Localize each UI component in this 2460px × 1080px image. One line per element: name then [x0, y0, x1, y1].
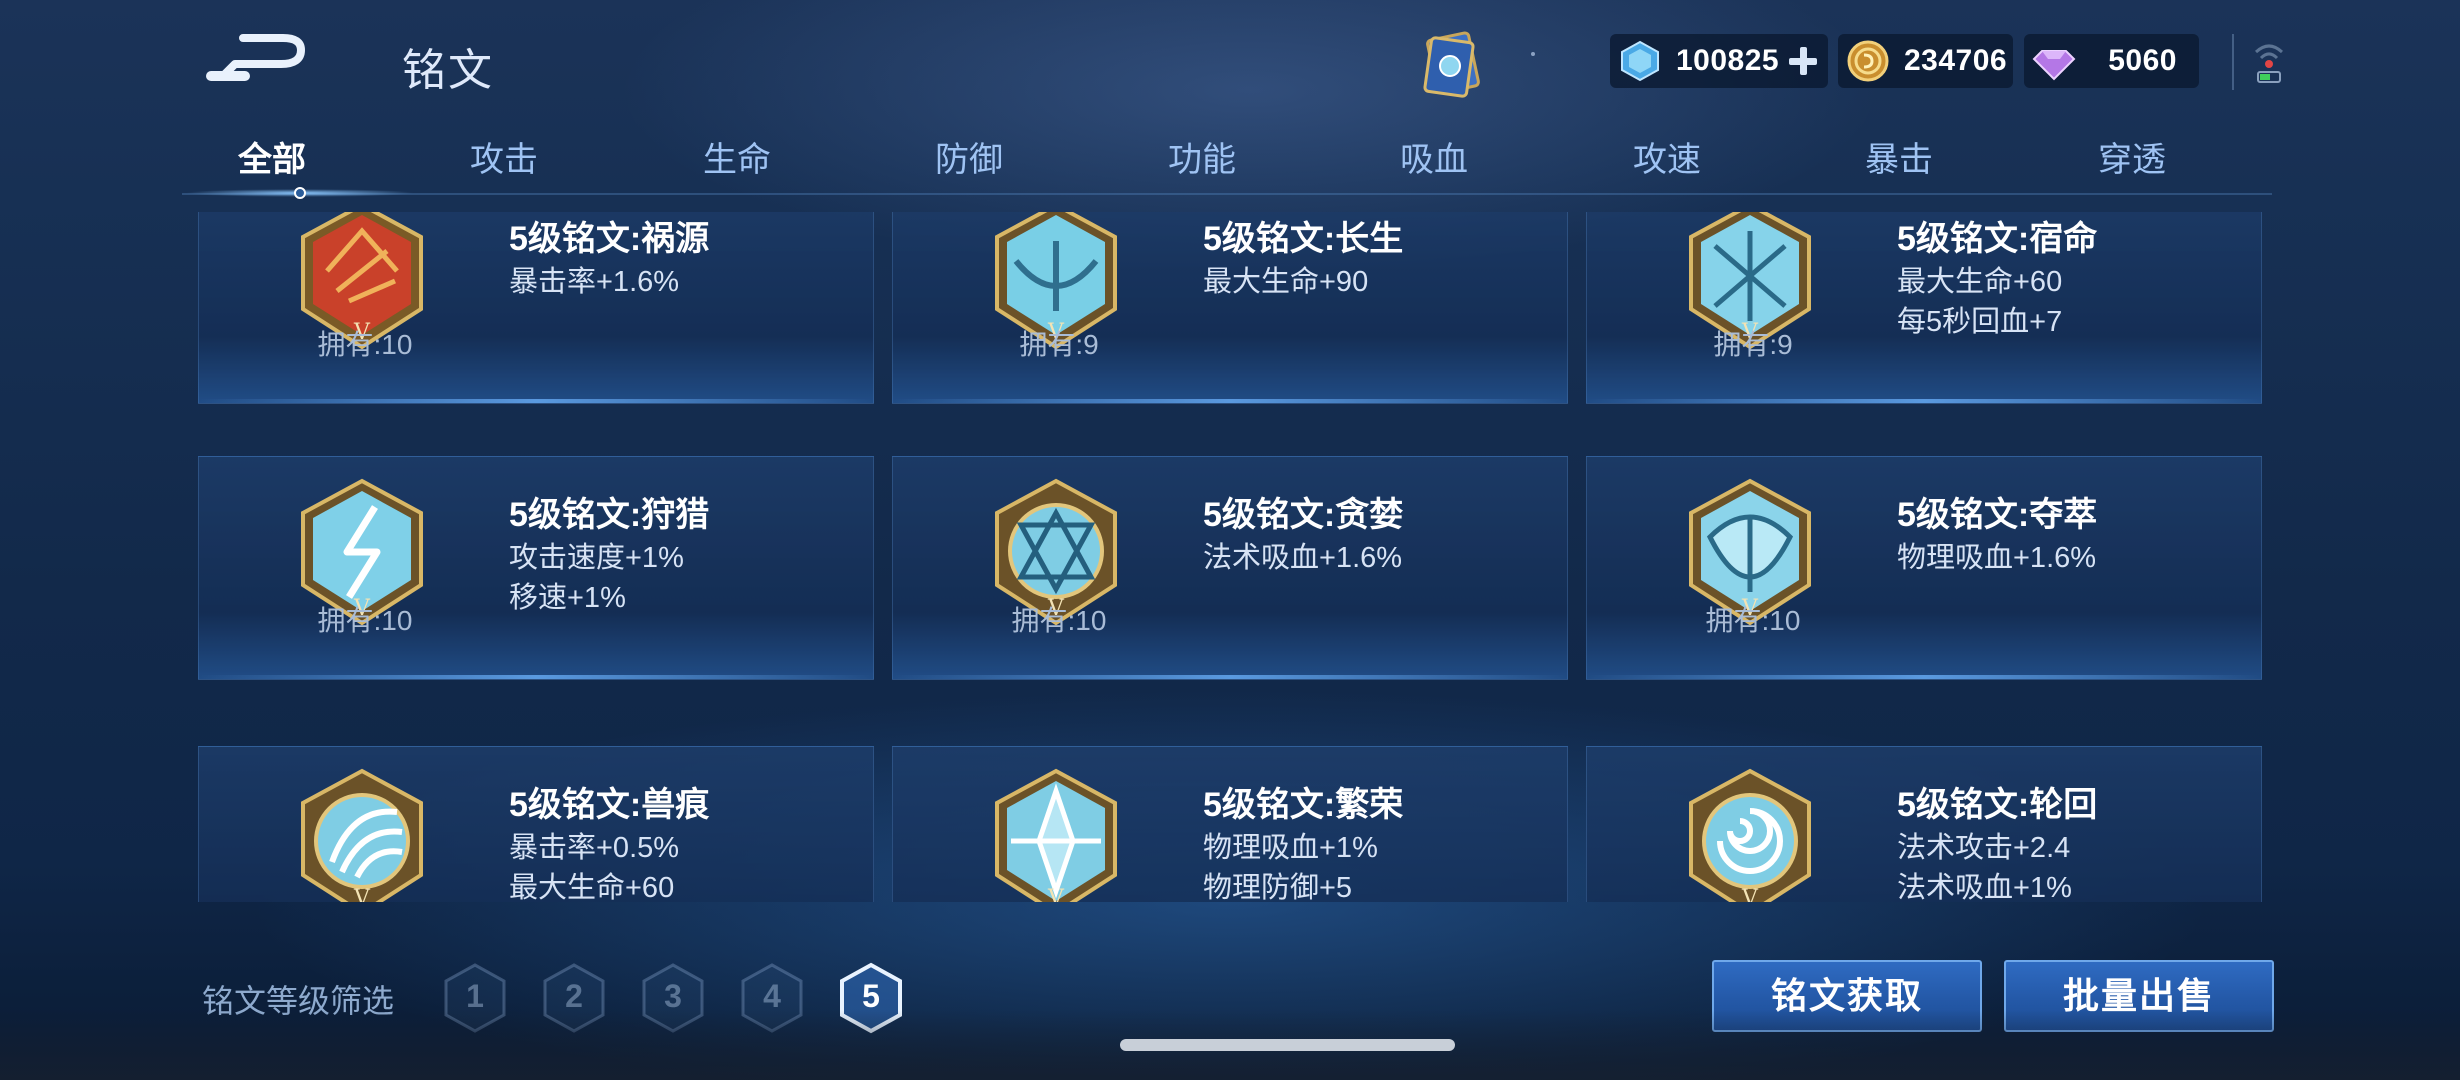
rune-emblem-blue-icon: V: [1689, 768, 1811, 902]
diamond-currency: 5060: [2024, 34, 2199, 88]
rune-title: 5级铭文:兽痕: [509, 786, 710, 824]
svg-text:V: V: [1047, 886, 1065, 902]
rune-stat: 暴击率+0.5%: [509, 832, 680, 864]
rune-card[interactable]: V 5级铭文:贪婪 法术吸血+1.6% 拥有:10: [892, 456, 1568, 680]
rune-stat: 攻击速度+1%: [509, 542, 684, 574]
blue-gem-icon: [1621, 40, 1659, 82]
tab-attack-speed[interactable]: 攻速: [1577, 132, 1757, 181]
coin-amount: 234706: [1904, 44, 2008, 77]
rune-owned-count: 拥有:10: [317, 329, 413, 360]
rune-card[interactable]: V 5级铭文:祸源 暴击率+1.6% 拥有:10: [198, 212, 874, 404]
category-tabs: 全部 攻击 生命 防御 功能 吸血 攻速 暴击 穿透: [182, 132, 2272, 192]
rune-title: 5级铭文:繁荣: [1203, 786, 1404, 824]
tab-utility[interactable]: 功能: [1112, 132, 1292, 181]
tabs-baseline: [182, 193, 2272, 195]
rune-stat: 物理吸血+1%: [1203, 832, 1378, 864]
rune-card[interactable]: V 5级铭文:宿命 最大生命+60 每5秒回血+7 拥有:9: [1586, 212, 2262, 404]
rune-card[interactable]: V 5级铭文:狩猎 攻击速度+1% 移速+1% 拥有:10: [198, 456, 874, 680]
rune-card[interactable]: V 5级铭文:长生 最大生命+90 拥有:9: [892, 212, 1568, 404]
rune-emblem-blue-icon: V: [301, 768, 423, 902]
tab-critical[interactable]: 暴击: [1809, 132, 1989, 181]
tab-health[interactable]: 生命: [647, 132, 827, 181]
header-divider: [2232, 34, 2234, 90]
rune-owned-count: 拥有:9: [1019, 329, 1099, 360]
rune-stat: 法术吸血+1.6%: [1203, 542, 1403, 574]
rune-card[interactable]: V 5级铭文:兽痕 暴击率+0.5% 最大生命+60: [198, 746, 874, 902]
svg-text:V: V: [353, 886, 371, 902]
gold-coin-icon: [1847, 40, 1889, 82]
tab-lifesteal[interactable]: 吸血: [1344, 132, 1524, 181]
rune-title: 5级铭文:祸源: [509, 220, 710, 258]
rune-owned-count: 拥有:9: [1713, 329, 1793, 360]
rune-card[interactable]: V 5级铭文:繁荣 物理吸血+1% 物理防御+5: [892, 746, 1568, 902]
tab-attack[interactable]: 攻击: [414, 132, 594, 181]
home-indicator[interactable]: [1120, 1039, 1455, 1051]
rune-owned-count: 拥有:10: [1705, 605, 1801, 636]
rune-emblem-blue-icon: V: [995, 768, 1117, 902]
rune-title: 5级铭文:轮回: [1897, 786, 2098, 824]
gem-amount: 100825: [1676, 44, 1780, 77]
back-button[interactable]: [205, 28, 315, 88]
inscription-book-icon[interactable]: [1412, 26, 1492, 102]
coin-currency: 234706: [1838, 34, 2013, 88]
rune-title: 5级铭文:狩猎: [509, 496, 710, 534]
rune-stat: 法术攻击+2.4: [1897, 832, 2071, 864]
rune-stat: 移速+1%: [509, 582, 626, 614]
back-arrow-icon: [206, 34, 305, 81]
tab-penetration[interactable]: 穿透: [2042, 132, 2222, 181]
rune-grid: V 5级铭文:祸源 暴击率+1.6% 拥有:10 V 5级铭文:长生 最大生命+…: [198, 212, 2262, 902]
gem-currency: 100825: [1610, 34, 1828, 88]
rune-stat: 最大生命+90: [1203, 266, 1369, 298]
tab-all[interactable]: 全部: [182, 132, 362, 181]
rune-stat: 法术吸血+1%: [1897, 872, 2072, 902]
rune-title: 5级铭文:夺萃: [1897, 496, 2098, 534]
rune-owned-count: 拥有:10: [1011, 605, 1107, 636]
rune-title: 5级铭文:长生: [1203, 220, 1404, 258]
network-signal-icon: [2252, 38, 2286, 86]
rune-stat: 暴击率+1.6%: [509, 266, 680, 298]
rune-owned-count: 拥有:10: [317, 605, 413, 636]
rune-title: 5级铭文:宿命: [1897, 220, 2098, 258]
page-title: 铭文: [402, 46, 494, 95]
rune-title: 5级铭文:贪婪: [1203, 496, 1404, 534]
rune-stat: 物理吸血+1.6%: [1897, 542, 2097, 574]
svg-text:V: V: [1741, 886, 1759, 902]
active-tab-indicator: [294, 187, 306, 199]
background-star: [1531, 52, 1535, 56]
tab-defense[interactable]: 防御: [879, 132, 1059, 181]
rune-stat: 每5秒回血+7: [1897, 306, 2063, 338]
rune-card[interactable]: V 5级铭文:夺萃 物理吸血+1.6% 拥有:10: [1586, 456, 2262, 680]
rune-card[interactable]: V 5级铭文:轮回 法术攻击+2.4 法术吸血+1%: [1586, 746, 2262, 902]
diamond-amount: 5060: [2108, 44, 2177, 77]
purple-diamond-icon: [2032, 50, 2076, 81]
rune-stat: 最大生命+60: [1897, 266, 2063, 298]
add-gem-button[interactable]: [1785, 43, 1821, 79]
rune-stat: 最大生命+60: [509, 872, 675, 902]
rune-stat: 物理防御+5: [1203, 872, 1353, 902]
